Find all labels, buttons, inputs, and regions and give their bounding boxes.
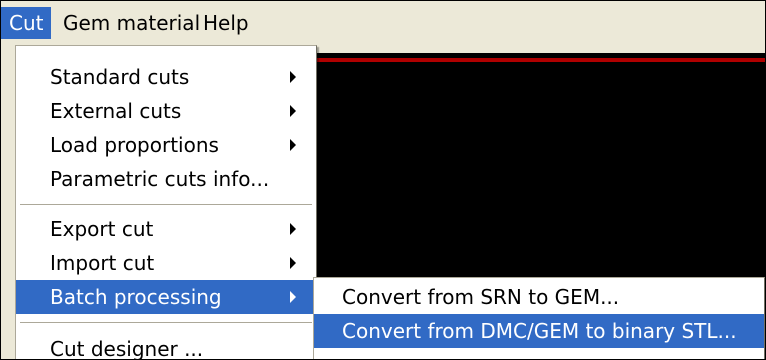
menu-item-label: Export cut — [50, 217, 154, 241]
menu-bar: Cut Gem material Help — [1, 1, 765, 45]
menu-separator — [20, 322, 312, 323]
menu-item-convert-srn-to-gem[interactable]: Convert from SRN to GEM... — [314, 280, 764, 314]
submenu-arrow-icon — [290, 105, 296, 117]
cut-dropdown-menu: Standard cuts External cuts Load proport… — [15, 45, 317, 360]
viewport-red-line — [313, 58, 765, 62]
menu-separator — [20, 204, 312, 205]
submenu-arrow-icon — [290, 139, 296, 151]
menu-item-label: Standard cuts — [50, 65, 190, 89]
menu-item-batch-processing[interactable]: Batch processing — [16, 280, 316, 314]
batch-processing-submenu: Convert from SRN to GEM... Convert from … — [313, 277, 765, 359]
menu-item-cut-designer[interactable]: Cut designer ... — [16, 332, 316, 360]
menu-item-label: Cut designer ... — [50, 337, 204, 360]
menu-item-label: Convert from SRN to GEM... — [342, 285, 620, 309]
submenu-arrow-icon — [290, 291, 296, 303]
menu-item-label: Convert from DMC/GEM to binary STL... — [342, 319, 737, 343]
menu-cut[interactable]: Cut — [1, 7, 52, 39]
menu-help[interactable]: Help — [195, 7, 257, 39]
menu-item-standard-cuts[interactable]: Standard cuts — [16, 60, 316, 94]
menu-item-import-cut[interactable]: Import cut — [16, 246, 316, 280]
submenu-arrow-icon — [290, 223, 296, 235]
menu-item-label: Parametric cuts info... — [50, 167, 270, 191]
menu-item-parametric-cuts-info[interactable]: Parametric cuts info... — [16, 162, 316, 196]
menu-item-label: External cuts — [50, 99, 182, 123]
menu-item-external-cuts[interactable]: External cuts — [16, 94, 316, 128]
menu-item-label: Load proportions — [50, 133, 219, 157]
menu-item-export-cut[interactable]: Export cut — [16, 212, 316, 246]
application-window: Cut Gem material Help Standard cuts Exte… — [0, 0, 766, 360]
submenu-arrow-icon — [290, 71, 296, 83]
menu-item-convert-dmc-gem-to-stl[interactable]: Convert from DMC/GEM to binary STL... — [314, 314, 764, 348]
menu-item-label: Import cut — [50, 251, 155, 275]
submenu-arrow-icon — [290, 257, 296, 269]
menu-item-load-proportions[interactable]: Load proportions — [16, 128, 316, 162]
menu-item-label: Batch processing — [50, 285, 222, 309]
menu-gem-material[interactable]: Gem material — [55, 7, 208, 39]
